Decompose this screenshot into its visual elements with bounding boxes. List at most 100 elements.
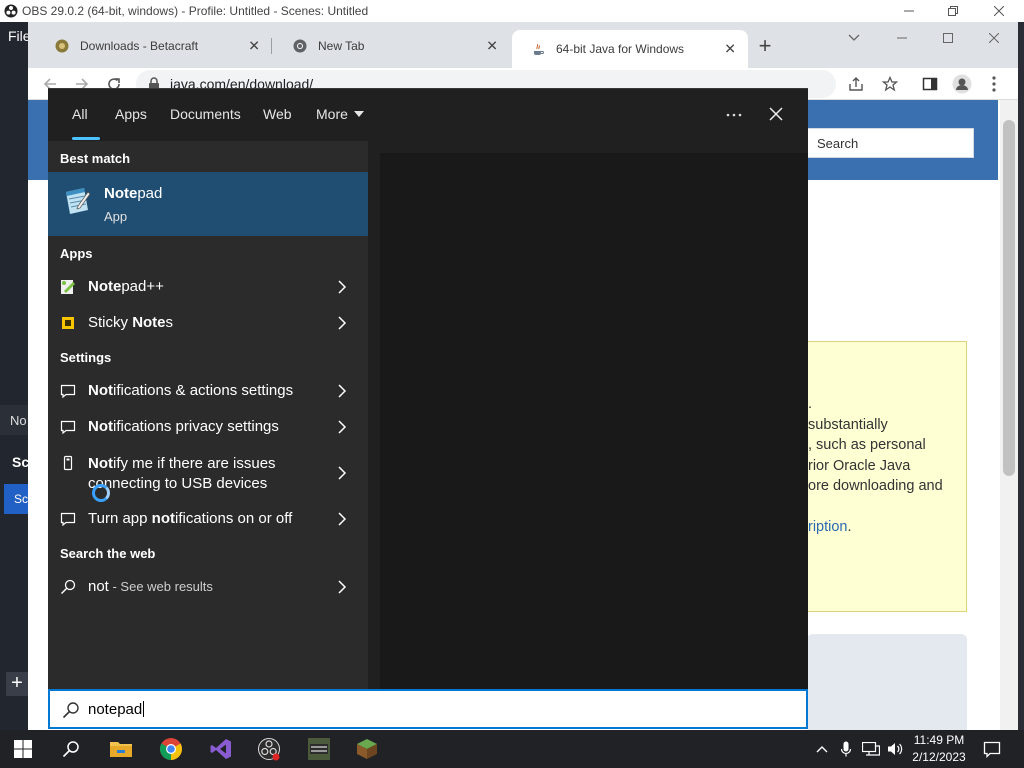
obs-left-panel (0, 22, 28, 730)
more-options-ellipsis-icon[interactable] (726, 113, 742, 117)
tab-close-icon[interactable]: ✕ (486, 38, 498, 55)
result-notepad-plus-plus[interactable]: Notepad++ (48, 269, 368, 305)
filter-all[interactable]: All (72, 106, 88, 122)
chrome-favicon-icon (292, 38, 308, 54)
best-match-notepad[interactable]: Notepad App (48, 172, 368, 236)
search-query-value: notepad (88, 701, 143, 718)
java-license-notice: . substantially , such as personal rior … (807, 341, 967, 612)
search-icon (62, 701, 80, 719)
web-query-text: not (88, 578, 109, 595)
taskbar-visual-studio[interactable] (198, 730, 244, 768)
obs-icon (258, 738, 280, 761)
result-label: Sticky Notes (88, 314, 173, 331)
profile-avatar-icon[interactable] (950, 72, 974, 96)
chevron-right-icon[interactable] (334, 511, 350, 527)
chevron-right-icon[interactable] (334, 315, 350, 331)
tab-new-tab[interactable]: New Tab ✕ (274, 30, 510, 62)
result-web-search[interactable]: not - See web results (48, 569, 368, 605)
search-icon (60, 579, 76, 595)
chevron-right-icon[interactable] (334, 465, 350, 481)
taskbar-search-button[interactable] (48, 730, 94, 768)
tab-downloads-betacraft[interactable]: Downloads - Betacraft ✕ (36, 30, 272, 62)
chevron-right-icon[interactable] (334, 383, 350, 399)
taskbar-minecraft-launcher[interactable] (296, 730, 342, 768)
chrome-minimize-button[interactable] (880, 26, 924, 50)
obs-sources-item[interactable]: No (0, 405, 28, 435)
taskbar-minecraft[interactable] (344, 730, 390, 768)
obs-close-button[interactable] (976, 0, 1022, 22)
menu-kebab-icon[interactable] (982, 72, 1006, 96)
clock-date: 2/12/2023 (912, 750, 966, 764)
filter-apps[interactable]: Apps (115, 106, 147, 122)
result-turn-app-notifications[interactable]: Turn app notifications on or off (48, 501, 368, 537)
chrome-icon (160, 738, 182, 760)
taskbar-obs[interactable] (246, 730, 292, 768)
result-preview-pane (380, 153, 808, 689)
taskbar-chrome[interactable] (148, 730, 194, 768)
result-notifications-actions-settings[interactable]: Notifications & actions settings (48, 373, 368, 409)
tab-java-download[interactable]: 64-bit Java for Windows ✕ (512, 30, 748, 68)
search-filter-bar: All Apps Documents Web More (48, 89, 808, 141)
close-search-icon[interactable] (769, 107, 783, 121)
search-results-list: Best match Notepad App Apps Notepad++ St… (48, 141, 368, 689)
start-button[interactable] (0, 730, 46, 768)
result-label: Turn app notifications on or off (88, 510, 292, 527)
tab-search-chevron-down-icon[interactable] (832, 26, 876, 50)
notice-line: rior Oracle Java (808, 457, 911, 474)
chevron-right-icon[interactable] (334, 419, 350, 435)
notice-subscription-link[interactable]: ription. (808, 517, 966, 538)
java-favicon-icon (530, 41, 546, 57)
obs-restore-button[interactable] (930, 0, 976, 22)
chevron-right-icon[interactable] (334, 279, 350, 295)
network-icon[interactable] (858, 730, 884, 768)
tab-close-icon[interactable]: ✕ (724, 41, 736, 58)
obs-logo-icon (4, 4, 18, 18)
notice-link-text[interactable]: ription (808, 519, 848, 535)
result-label: Notifications privacy settings (88, 418, 279, 435)
notice-line: . (808, 396, 813, 412)
taskbar-clock[interactable]: 11:49 PM 2/12/2023 (908, 732, 970, 766)
obs-window-title: OBS 29.0.2 (64-bit, windows) - Profile: … (22, 4, 369, 18)
tab-strip: Downloads - Betacraft ✕ New Tab ✕ 64-bit… (28, 22, 1018, 68)
chrome-close-button[interactable] (972, 26, 1016, 50)
tab-close-icon[interactable]: ✕ (248, 38, 260, 55)
best-match-kind: App (104, 209, 128, 224)
java-search-input[interactable]: Search (806, 128, 974, 158)
obs-scene-item[interactable]: Sc (4, 484, 28, 514)
share-icon[interactable] (848, 76, 864, 92)
result-label-rest: ifications privacy settings (113, 418, 279, 435)
notepad-plus-plus-icon (60, 279, 76, 295)
apps-header: Apps (60, 246, 93, 261)
volume-icon[interactable] (884, 730, 908, 768)
filter-documents[interactable]: Documents (170, 106, 241, 122)
filter-web[interactable]: Web (263, 106, 292, 122)
taskbar-file-explorer[interactable] (98, 730, 144, 768)
text-caret (143, 701, 145, 717)
clock-time: 11:49 PM (913, 733, 965, 747)
search-input-box[interactable]: notepad (48, 689, 808, 729)
obs-minimize-button[interactable] (886, 0, 932, 22)
new-tab-button[interactable]: + (752, 34, 778, 60)
page-scrollbar-thumb[interactable] (1003, 120, 1015, 476)
tray-overflow-chevron-up-icon[interactable] (808, 730, 836, 768)
best-match-header: Best match (60, 151, 131, 166)
notice-line: substantially (808, 416, 888, 433)
web-results-suffix: - See web results (108, 579, 213, 594)
search-query-text[interactable]: notepad (88, 701, 145, 718)
search-icon (62, 741, 79, 758)
chrome-maximize-button[interactable] (926, 26, 970, 50)
sticky-notes-icon (60, 315, 76, 331)
result-label-match: Not (88, 382, 113, 399)
result-notifications-privacy-settings[interactable]: Notifications privacy settings (48, 409, 368, 445)
result-label-match: Note (132, 314, 166, 331)
best-match-name-rest: pad (137, 185, 163, 202)
obs-add-button[interactable]: + (6, 672, 28, 696)
side-panel-icon[interactable] (918, 72, 942, 96)
bookmark-star-icon[interactable] (878, 72, 902, 96)
chevron-right-icon[interactable] (334, 579, 350, 595)
result-sticky-notes[interactable]: Sticky Notes (48, 305, 368, 341)
filter-more[interactable]: More (316, 106, 364, 122)
notification-center-icon[interactable] (972, 730, 1012, 768)
microphone-icon[interactable] (834, 730, 858, 768)
file-explorer-icon (110, 742, 132, 757)
